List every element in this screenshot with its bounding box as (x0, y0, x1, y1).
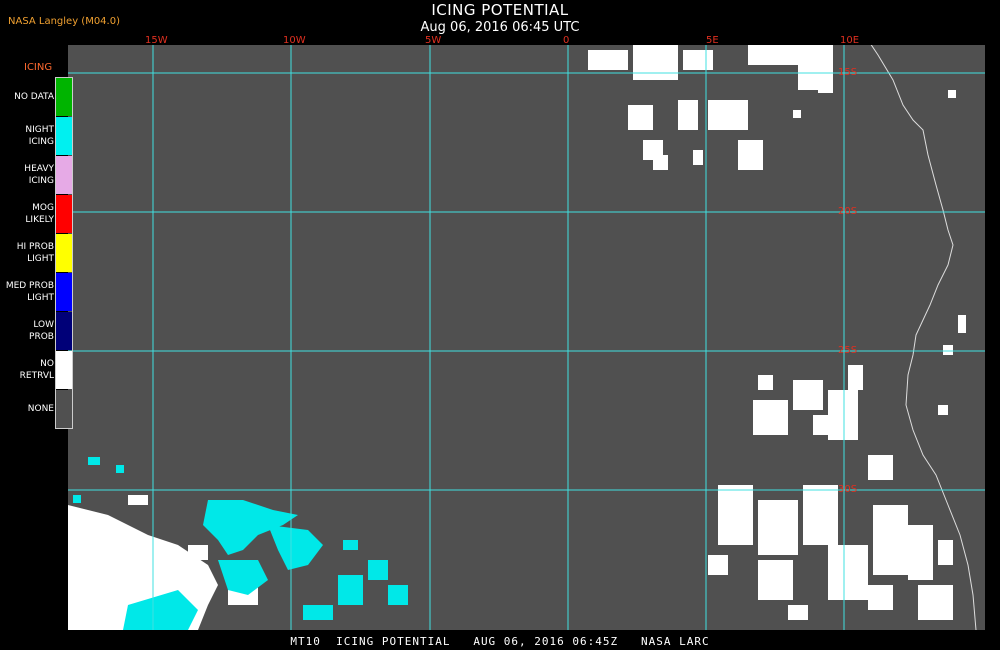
lat-label-30s: 30S (838, 484, 858, 495)
lon-label-10e: 10E (840, 35, 860, 46)
page-subtitle: Aug 06, 2016 06:45 UTC (420, 20, 580, 35)
lon-label-0: 0 (563, 35, 570, 46)
lon-label-15w: 15W (145, 35, 168, 46)
lon-label-10w: 10W (283, 35, 306, 46)
legend-label: NO RETRVL (0, 358, 54, 382)
legend-label: NIGHT ICING (0, 124, 54, 148)
legend-label: HI PROB LIGHT (0, 241, 54, 265)
legend-title: ICING (24, 62, 53, 73)
lat-label-20s: 20S (838, 206, 858, 217)
icing-map (68, 45, 985, 630)
legend-frame (55, 77, 73, 429)
legend-label-line1: NO DATA (14, 92, 54, 102)
lat-label-25s: 25S (838, 345, 858, 356)
legend-label-line1: MED PROB (5, 281, 54, 291)
icing-legend: ICING NO DATA NIGHT ICING HEAVY ICING MOG LIKE… (0, 62, 80, 432)
legend-label: MED PROB LIGHT (0, 280, 54, 304)
lon-label-5e: 5E (706, 35, 719, 46)
legend-label: NO DATA (0, 91, 54, 103)
legend-label-line2: ICING (28, 176, 54, 186)
page-title: ICING POTENTIAL (431, 1, 569, 19)
legend-label-line1: NO (40, 359, 54, 369)
legend-label-line2: RETRVL (19, 371, 54, 381)
legend-label-line1: NIGHT (25, 125, 54, 135)
legend-label-line2: LIKELY (25, 215, 54, 225)
legend-label-line1: NONE (27, 404, 54, 414)
legend-label: LOW PROB (0, 319, 54, 343)
legend-label-line2: LIGHT (27, 293, 54, 303)
legend-label-line1: MOG (32, 203, 54, 213)
lat-label-15s: 15S (838, 67, 858, 78)
footer-caption: MT10 ICING POTENTIAL AUG 06, 2016 06:45Z… (290, 635, 710, 648)
map-canvas (68, 45, 985, 630)
legend-label: MOG LIKELY (0, 202, 54, 226)
legend-label: HEAVY ICING (0, 163, 54, 187)
legend-label-line1: LOW (33, 320, 54, 330)
legend-label-line1: HI PROB (16, 242, 54, 252)
legend-label-line2: LIGHT (27, 254, 54, 264)
legend-label: NONE (0, 403, 54, 415)
legend-label-line2: PROB (29, 332, 54, 342)
lon-label-5w: 5W (425, 35, 442, 46)
map-background (68, 45, 985, 630)
legend-label-line1: HEAVY (24, 164, 54, 174)
legend-label-line2: ICING (28, 137, 54, 147)
